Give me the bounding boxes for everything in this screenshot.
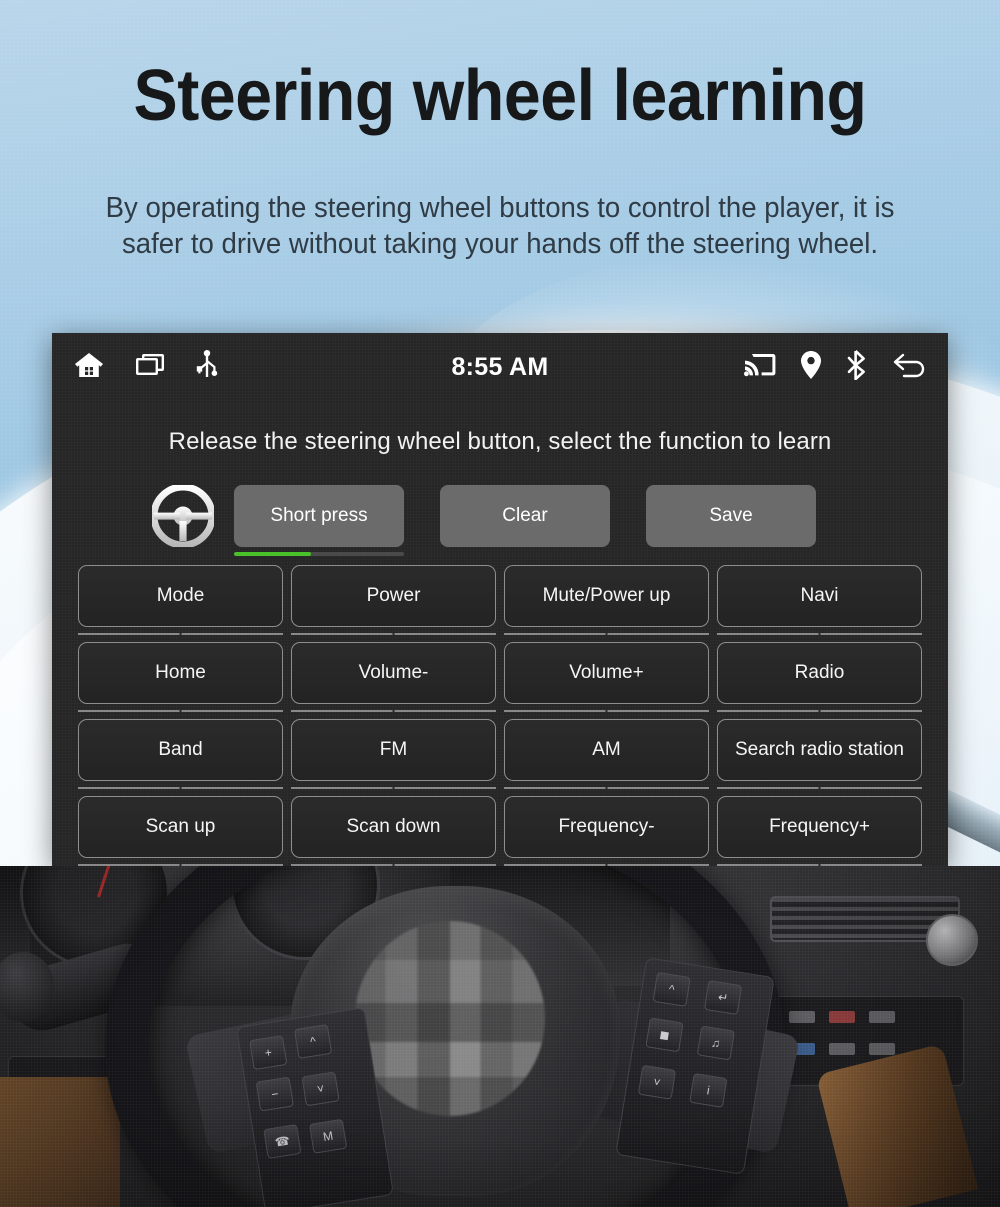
function-button-underline — [504, 710, 709, 712]
climate-button — [789, 1011, 815, 1023]
function-button-power[interactable]: Power — [291, 565, 496, 627]
learn-progress-fill — [234, 552, 311, 556]
function-button-underline — [78, 787, 283, 789]
seek-down-key: ˅ — [301, 1071, 340, 1107]
function-grid-cell: Navi — [717, 565, 922, 642]
function-grid-cell: Scan down — [291, 796, 496, 866]
function-grid-cell: Band — [78, 719, 283, 796]
cast-icon[interactable] — [744, 352, 776, 383]
head-unit-screen: 8:55 AM Release the steering wheel butto… — [52, 333, 948, 866]
function-button-volume[interactable]: Volume+ — [504, 642, 709, 704]
function-button-mute-power-up[interactable]: Mute/Power up — [504, 565, 709, 627]
back-key: ↵ — [703, 980, 743, 1016]
function-button-navi[interactable]: Navi — [717, 565, 922, 627]
function-button-home[interactable]: Home — [78, 642, 283, 704]
save-label: Save — [709, 505, 753, 526]
function-button-scan-up[interactable]: Scan up — [78, 796, 283, 858]
mode-key: M — [308, 1118, 348, 1154]
function-grid-cell: Frequency+ — [717, 796, 922, 866]
function-button-underline — [717, 787, 922, 789]
function-button-underline — [78, 633, 283, 635]
function-grid-cell: Volume- — [291, 642, 496, 719]
seek-up-key: ^ — [293, 1023, 333, 1059]
steering-wheel-icon — [150, 483, 216, 549]
console-knob — [926, 914, 978, 966]
function-button-underline — [291, 633, 496, 635]
menu-up-key: ^ — [652, 971, 691, 1007]
call-answer-key: ☎ — [263, 1124, 302, 1159]
gauge-needle — [97, 866, 118, 898]
menu-down-key: ˅ — [637, 1064, 677, 1100]
climate-button — [829, 1011, 855, 1023]
function-button-radio[interactable]: Radio — [717, 642, 922, 704]
function-button-search-radio-station[interactable]: Search radio station — [717, 719, 922, 781]
function-grid-cell: Home — [78, 642, 283, 719]
function-button-scan-down[interactable]: Scan down — [291, 796, 496, 858]
learn-progress-bar — [234, 552, 404, 556]
back-icon[interactable] — [892, 351, 926, 384]
page-title: Steering wheel learning — [133, 56, 867, 136]
function-button-frequency[interactable]: Frequency+ — [717, 796, 922, 858]
volume-down-key: − — [255, 1076, 294, 1112]
save-button[interactable]: Save — [646, 485, 816, 547]
function-button-underline — [504, 633, 709, 635]
status-bar: 8:55 AM — [52, 333, 948, 401]
function-button-underline — [717, 710, 922, 712]
function-button-mode[interactable]: Mode — [78, 565, 283, 627]
function-grid-cell: FM — [291, 719, 496, 796]
short-press-label: Short press — [270, 505, 368, 526]
function-grid-cell: AM — [504, 719, 709, 796]
function-grid-cell: Frequency- — [504, 796, 709, 866]
info-key: i — [689, 1072, 728, 1108]
instruction-text: Release the steering wheel button, selec… — [168, 428, 832, 455]
function-button-am[interactable]: AM — [504, 719, 709, 781]
clear-label: Clear — [502, 505, 548, 526]
function-grid-cell: Radio — [717, 642, 922, 719]
enter-key: ◼ — [645, 1017, 684, 1053]
function-grid-cell: Power — [291, 565, 496, 642]
climate-button — [869, 1011, 895, 1023]
function-button-underline — [78, 710, 283, 712]
page-subtitle: By operating the steering wheel buttons … — [105, 192, 895, 260]
short-press-button[interactable]: Short press — [234, 485, 404, 547]
function-button-frequency[interactable]: Frequency- — [504, 796, 709, 858]
blurred-brand-logo — [355, 921, 545, 1116]
voice-key: ♫ — [696, 1025, 735, 1061]
climate-button — [869, 1043, 895, 1055]
car-interior-photo: + ^ − ˅ ☎ M ^ ↵ ◼ ♫ ˅ i — [0, 866, 1000, 1207]
action-row: Short press Clear Save — [52, 483, 948, 556]
function-grid-cell: Mute/Power up — [504, 565, 709, 642]
function-button-underline — [291, 710, 496, 712]
function-button-fm[interactable]: FM — [291, 719, 496, 781]
function-grid-cell: Scan up — [78, 796, 283, 866]
bluetooth-icon[interactable] — [846, 349, 868, 385]
function-grid: Mode Power Mute/Power up Navi Home Volume- Vol… — [78, 565, 922, 866]
clear-button[interactable]: Clear — [440, 485, 610, 547]
function-grid-cell: Volume+ — [504, 642, 709, 719]
wood-trim-left — [0, 1077, 120, 1207]
volume-up-key: + — [249, 1035, 288, 1071]
function-button-band[interactable]: Band — [78, 719, 283, 781]
function-button-underline — [291, 787, 496, 789]
function-button-underline — [717, 633, 922, 635]
function-button-underline — [504, 787, 709, 789]
climate-button — [829, 1043, 855, 1055]
function-button-volume[interactable]: Volume- — [291, 642, 496, 704]
status-bar-right-icons — [744, 333, 926, 401]
location-icon[interactable] — [800, 350, 822, 385]
function-grid-cell: Search radio station — [717, 719, 922, 796]
function-grid-cell: Mode — [78, 565, 283, 642]
